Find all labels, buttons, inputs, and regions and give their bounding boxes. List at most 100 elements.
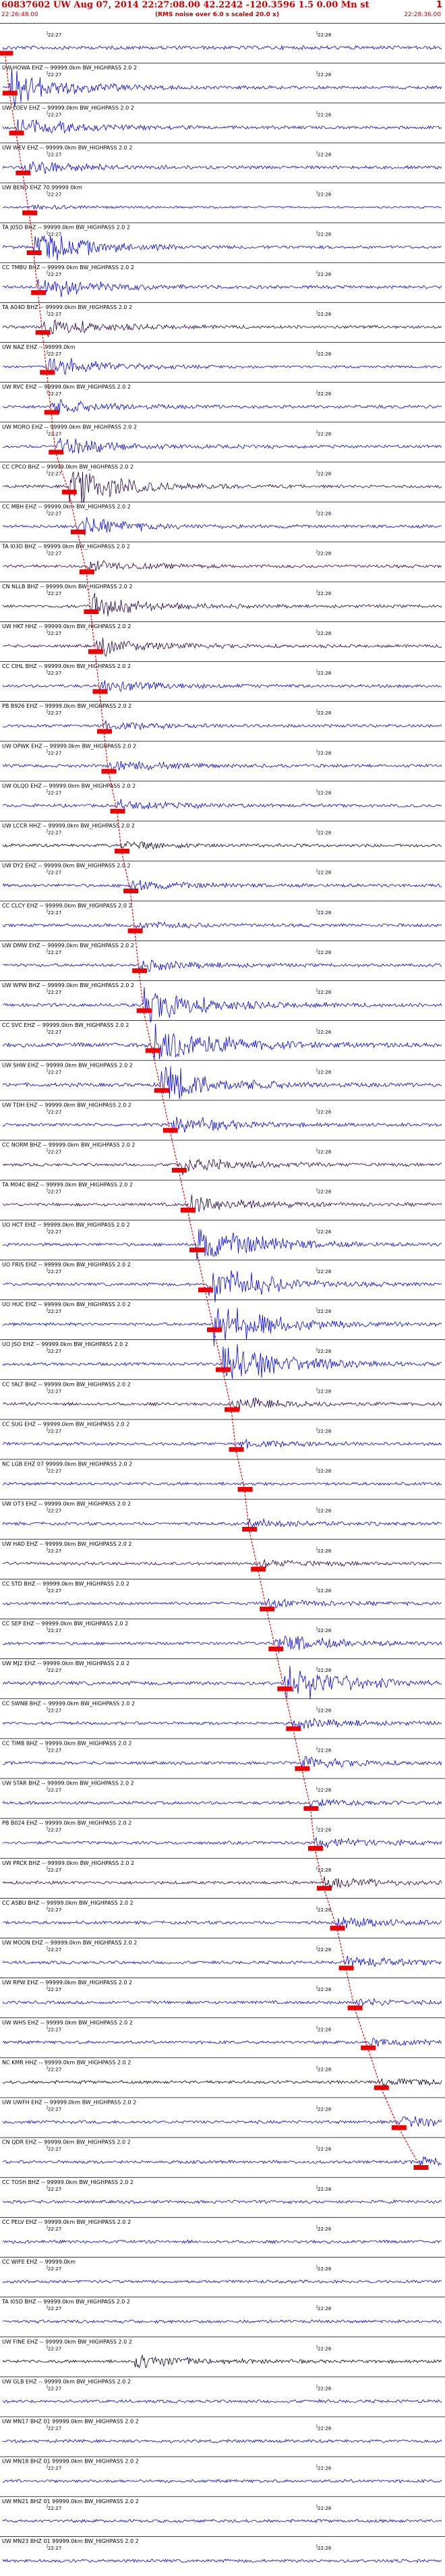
trace-row: UW SHW EHZ -- 99999.0km BW_HIGHPASS 2.0 …: [0, 1060, 445, 1099]
station-label: UW OPWK EHZ -- 99999.0km BW_HIGHPASS 2.0…: [2, 743, 136, 749]
minute-label: 22:27: [48, 32, 61, 38]
trace-row: CC NORM BHZ -- 99999.0km BW_HIGHPASS 2.0…: [0, 1140, 445, 1175]
minute-label: 22:27: [48, 1389, 61, 1394]
minute-label: 22:27: [48, 1349, 61, 1354]
waveform: [2, 204, 442, 211]
minute-label: 22:27: [48, 2466, 61, 2471]
minute-label: 22:27: [48, 1428, 61, 1434]
pick-marker: [96, 729, 112, 734]
waveform: [2, 1635, 442, 1654]
waveform: [2, 1998, 442, 2007]
minute-label: 22:28: [318, 950, 331, 955]
waveform: [2, 358, 442, 376]
waveform: [2, 2438, 442, 2444]
minute-label: 22:27: [48, 1548, 61, 1554]
pick-marker: [229, 1447, 244, 1452]
waveform: [2, 680, 442, 692]
minute-label: 22:28: [318, 2266, 331, 2272]
waveform: [2, 1270, 442, 1303]
minute-label: 22:27: [48, 910, 61, 916]
pick-marker: [242, 1527, 258, 1532]
station-label: UW WHS EHZ -- 99999.0km BW_HIGHPASS 2.0 …: [2, 2019, 133, 2025]
pick-marker: [132, 968, 148, 974]
pick-marker: [216, 1367, 231, 1372]
waveform: [2, 1158, 442, 1175]
minute-label: 22:27: [48, 152, 61, 157]
trace-row: CN NLLB BHZ -- 99999.0km BW_HIGHPASS 2.0…: [0, 581, 445, 617]
minute-label: 22:27: [48, 1668, 61, 1673]
waveform: [2, 760, 442, 771]
minute-label: 22:27: [48, 1069, 61, 1075]
minute-label: 22:28: [318, 1428, 331, 1434]
waveform: [2, 720, 442, 731]
minute-label: 22:27: [48, 1150, 61, 1155]
minute-label: 22:28: [318, 2147, 331, 2152]
minute-label: 22:27: [48, 1868, 61, 1873]
pick-marker: [44, 410, 59, 415]
waveform: [2, 638, 442, 657]
pick-marker: [145, 1048, 160, 1053]
minute-label: 22:28: [318, 2426, 331, 2432]
minute-label: 22:28: [318, 1987, 331, 1992]
waveform: [2, 1717, 442, 1730]
minute-label: 22:27: [48, 710, 61, 716]
minute-label: 22:27: [48, 1788, 61, 1793]
station-label: NC LGB EHZ 07 99999.0km BW_HIGHPASS 2.0 …: [2, 1461, 132, 1467]
minute-label: 22:27: [48, 112, 61, 117]
pick-marker: [31, 290, 47, 296]
waveform: [2, 119, 442, 135]
minute-label: 22:28: [318, 910, 331, 916]
trace-row: UW DY2 EHZ -- 99999.0km BW_HIGHPASS 2.0 …: [0, 860, 445, 894]
minute-label: 22:28: [318, 1628, 331, 1633]
station-label: UW HAD EHZ -- 99999.0km BW_HIGHPASS 2.0 …: [2, 1541, 132, 1547]
waveform: [2, 438, 442, 454]
station-label: UW SHW EHZ -- 99999.0km BW_HIGHPASS 2.0 …: [2, 1062, 133, 1068]
minute-label: 22:27: [48, 2227, 61, 2232]
trace-row: CC YALT BHZ -- 99999.0km BW_HIGHPASS 2.0…: [0, 1379, 445, 1412]
station-label: PB B024 EHZ -- 99999.0km BW_HIGHPASS 2.0…: [2, 1820, 131, 1826]
minute-label: 22:28: [318, 1269, 331, 1275]
minute-label: 22:28: [318, 591, 331, 596]
pick-marker: [26, 250, 42, 256]
minute-label: 22:27: [48, 192, 61, 198]
station-label: UW DMW EHZ -- 99999.0km BW_HIGHPASS 2.0 …: [2, 943, 134, 949]
minute-label: 22:27: [48, 1947, 61, 1953]
waveform: [2, 2319, 442, 2324]
minute-label: 22:27: [48, 1828, 61, 1833]
station-label: UW DY2 EHZ -- 99999.0km BW_HIGHPASS 2.0 …: [2, 863, 131, 869]
end-time: 22:28:36.00: [404, 11, 441, 18]
station-label: UO HCT EHZ -- 99999.0km BW_HIGHPASS 2.0 …: [2, 1222, 130, 1228]
minute-label: 22:28: [318, 1109, 331, 1115]
waveform: [2, 986, 442, 1023]
start-time: 22:26:48.00: [1, 11, 38, 18]
station-label: CC CIHL BHZ -- 99999.0km BW_HIGHPASS 2.0…: [2, 663, 131, 669]
minute-label: 22:27: [48, 2187, 61, 2192]
minute-label: 22:27: [48, 591, 61, 596]
station-label: TA A04D BHZ -- 99999.0km BW_HIGHPASS 2.0…: [1, 304, 132, 310]
trace-row: CC PELV EHZ -- 99999.0km BW_HIGHPASS 2.0…: [0, 2217, 445, 2245]
waveform: [2, 1955, 442, 1967]
waveform: [2, 1024, 442, 1060]
trace-row: UW HKT HHZ -- 99999.0km BW_HIGHPASS 2.0 …: [0, 621, 445, 657]
trace-row: TA J05D BHZ -- 99999.0km BW_HIGHPASS 2.0…: [0, 222, 445, 261]
minute-label: 22:28: [318, 431, 331, 437]
trace-row: UW PRCK BHZ -- 99999.0km BW_HIGHPASS 2.0…: [0, 1857, 445, 1891]
station-label: CC WIFE EHZ -- 99999.0km: [2, 2259, 76, 2265]
trace-row: UO HCT EHZ -- 99999.0km BW_HIGHPASS 2.0 …: [0, 1219, 445, 1260]
minute-label: 22:27: [48, 72, 61, 78]
event-number: 1: [436, 0, 442, 10]
waveform: [2, 1481, 442, 1486]
station-label: TA I03D BHZ -- 99999.0km BW_HIGHPASS 2.0…: [1, 544, 130, 550]
trace-row: UW STAR BHZ -- 99999.0km BW_HIGHPASS 2.0…: [0, 1778, 445, 1811]
station-label: CN QDR EHZ -- 99999.0km BW_HIGHPASS 2.0 …: [2, 2139, 131, 2146]
station-label: UW HKT HHZ -- 99999.0km BW_HIGHPASS 2.0 …: [2, 623, 131, 629]
waveform: [2, 841, 442, 850]
waveform: [2, 2558, 442, 2564]
minute-label: 22:28: [318, 750, 331, 756]
minute-label: 22:28: [318, 391, 331, 397]
station-label: UW WEV EHZ -- 99999.0km BW_HIGHPASS 2.0 …: [2, 144, 132, 150]
trace-row: UO HUC EHZ -- 99999.0km BW_HIGHPASS 2.0 …: [0, 1299, 445, 1347]
minute-label: 22:28: [318, 1469, 331, 1474]
minute-label: 22:28: [318, 511, 331, 517]
trace-row: UW RVC EHZ -- 99999.0km BW_HIGHPASS 2.0 …: [0, 382, 445, 415]
